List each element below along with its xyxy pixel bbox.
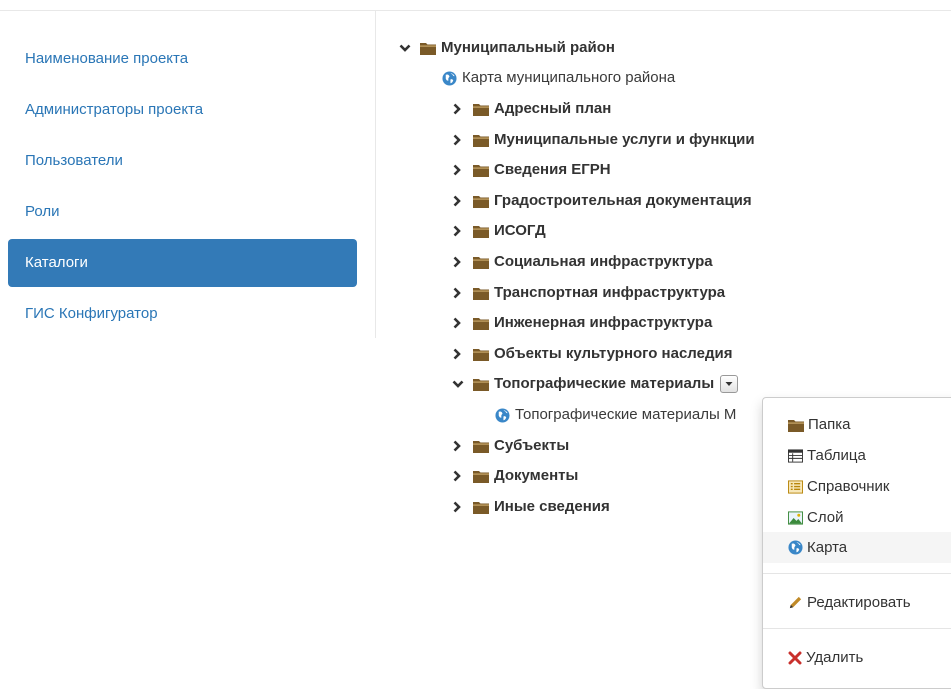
tree-node-label: Объекты культурного наследия [494,345,733,362]
tree-node-folder[interactable]: Объекты культурного наследия [452,343,732,365]
menu-item-label: Слой [807,509,844,526]
globe-icon [788,540,803,555]
chevron-right-icon[interactable] [452,348,464,360]
folder-icon [473,286,489,300]
tree-node-folder[interactable]: Субъекты [452,435,569,457]
delete-icon [788,651,802,665]
tree-node-folder[interactable]: Инженерная инфраструктура [452,312,712,334]
tree-node-label: Муниципальный район [441,39,615,56]
folder-icon [473,224,489,238]
menu-item-table[interactable]: Таблица [763,440,951,471]
menu-item-label: Папка [808,416,851,433]
tree-node-label: Документы [494,467,579,484]
list-icon [788,479,803,494]
tree-node-label: Иные сведения [494,498,610,515]
tree-node-folder[interactable]: Муниципальные услуги и функции [452,129,755,151]
tree-node-label: Транспортная инфраструктура [494,284,726,301]
picture-icon [788,510,803,525]
chevron-right-icon[interactable] [452,225,464,237]
node-actions-button[interactable] [720,375,739,393]
globe-icon [495,407,510,423]
tree-node-label: Сведения ЕГРН [494,161,611,178]
tree-node-label: Топографические материалы М [515,406,737,423]
folder-icon [473,255,489,269]
chevron-down-icon[interactable] [452,379,464,389]
tree-node-label: Муниципальные услуги и функции [494,131,755,148]
folder-icon [420,41,436,55]
tree-node-label: Адресный план [494,100,612,117]
menu-item-label: Удалить [806,649,864,666]
table-icon [788,448,803,463]
context-menu: Папка Таблица Справочник Слой Карта Редактиро… [762,397,951,689]
tree-node-label: Топографические материалы [494,375,715,392]
folder-icon [473,347,489,361]
folder-icon [473,133,489,147]
tree-node-root[interactable]: Муниципальный район [399,37,615,59]
menu-item-list[interactable]: Справочник [763,471,951,502]
chevron-right-icon[interactable] [452,470,464,482]
menu-item-label: Карта [807,539,848,556]
tree-node-folder[interactable]: Топографические материалы [452,373,739,395]
menu-item-picture[interactable]: Слой [763,502,951,533]
folder-icon [473,500,489,514]
tree-node-map[interactable]: Карта муниципального района [442,67,675,89]
menu-divider [763,628,951,629]
chevron-right-icon[interactable] [452,134,464,146]
tree-node-label: Субъекты [494,437,570,454]
menu-item-globe[interactable]: Карта [763,532,951,563]
folder-icon [473,469,489,483]
tree-node-folder[interactable]: Адресный план [452,98,611,120]
chevron-right-icon[interactable] [452,440,464,452]
tree-node-folder[interactable]: Градостроительная документация [452,190,752,212]
folder-icon [473,163,489,177]
pencil-icon [788,595,803,610]
chevron-right-icon[interactable] [452,103,464,115]
tree-node-label: ИСОГД [494,222,546,239]
folder-icon [788,418,804,432]
menu-item-pencil[interactable]: Редактировать [763,587,951,618]
folder-icon [473,316,489,330]
tree-node-label: Карта муниципального района [462,69,676,86]
tree-node-label: Социальная инфраструктура [494,253,713,270]
chevron-right-icon[interactable] [452,287,464,299]
tree-node-folder[interactable]: Документы [452,465,578,487]
folder-icon [473,377,489,391]
chevron-down-icon[interactable] [399,43,411,53]
folder-icon [473,102,489,116]
menu-item-folder[interactable]: Папка [763,409,951,440]
tree-node-child-map[interactable]: Топографические материалы М [495,404,736,426]
folder-icon [473,194,489,208]
globe-icon [442,70,457,86]
menu-item-label: Редактировать [807,594,911,611]
menu-item-delete[interactable]: Удалить [763,642,951,673]
chevron-right-icon[interactable] [452,164,464,176]
tree-node-folder[interactable]: Социальная инфраструктура [452,251,713,273]
folder-icon [473,439,489,453]
tree-node-label: Градостроительная документация [494,192,752,209]
chevron-right-icon[interactable] [452,317,464,329]
tree-node-label: Инженерная инфраструктура [494,314,713,331]
chevron-right-icon[interactable] [452,501,464,513]
tree-node-folder[interactable]: Сведения ЕГРН [452,159,611,181]
menu-item-label: Таблица [807,447,866,464]
chevron-right-icon[interactable] [452,195,464,207]
tree-node-folder[interactable]: Транспортная инфраструктура [452,282,725,304]
tree-node-folder[interactable]: Иные сведения [452,496,610,518]
tree-node-folder[interactable]: ИСОГД [452,220,546,242]
menu-item-label: Справочник [807,478,890,495]
menu-divider [763,573,951,574]
chevron-right-icon[interactable] [452,256,464,268]
